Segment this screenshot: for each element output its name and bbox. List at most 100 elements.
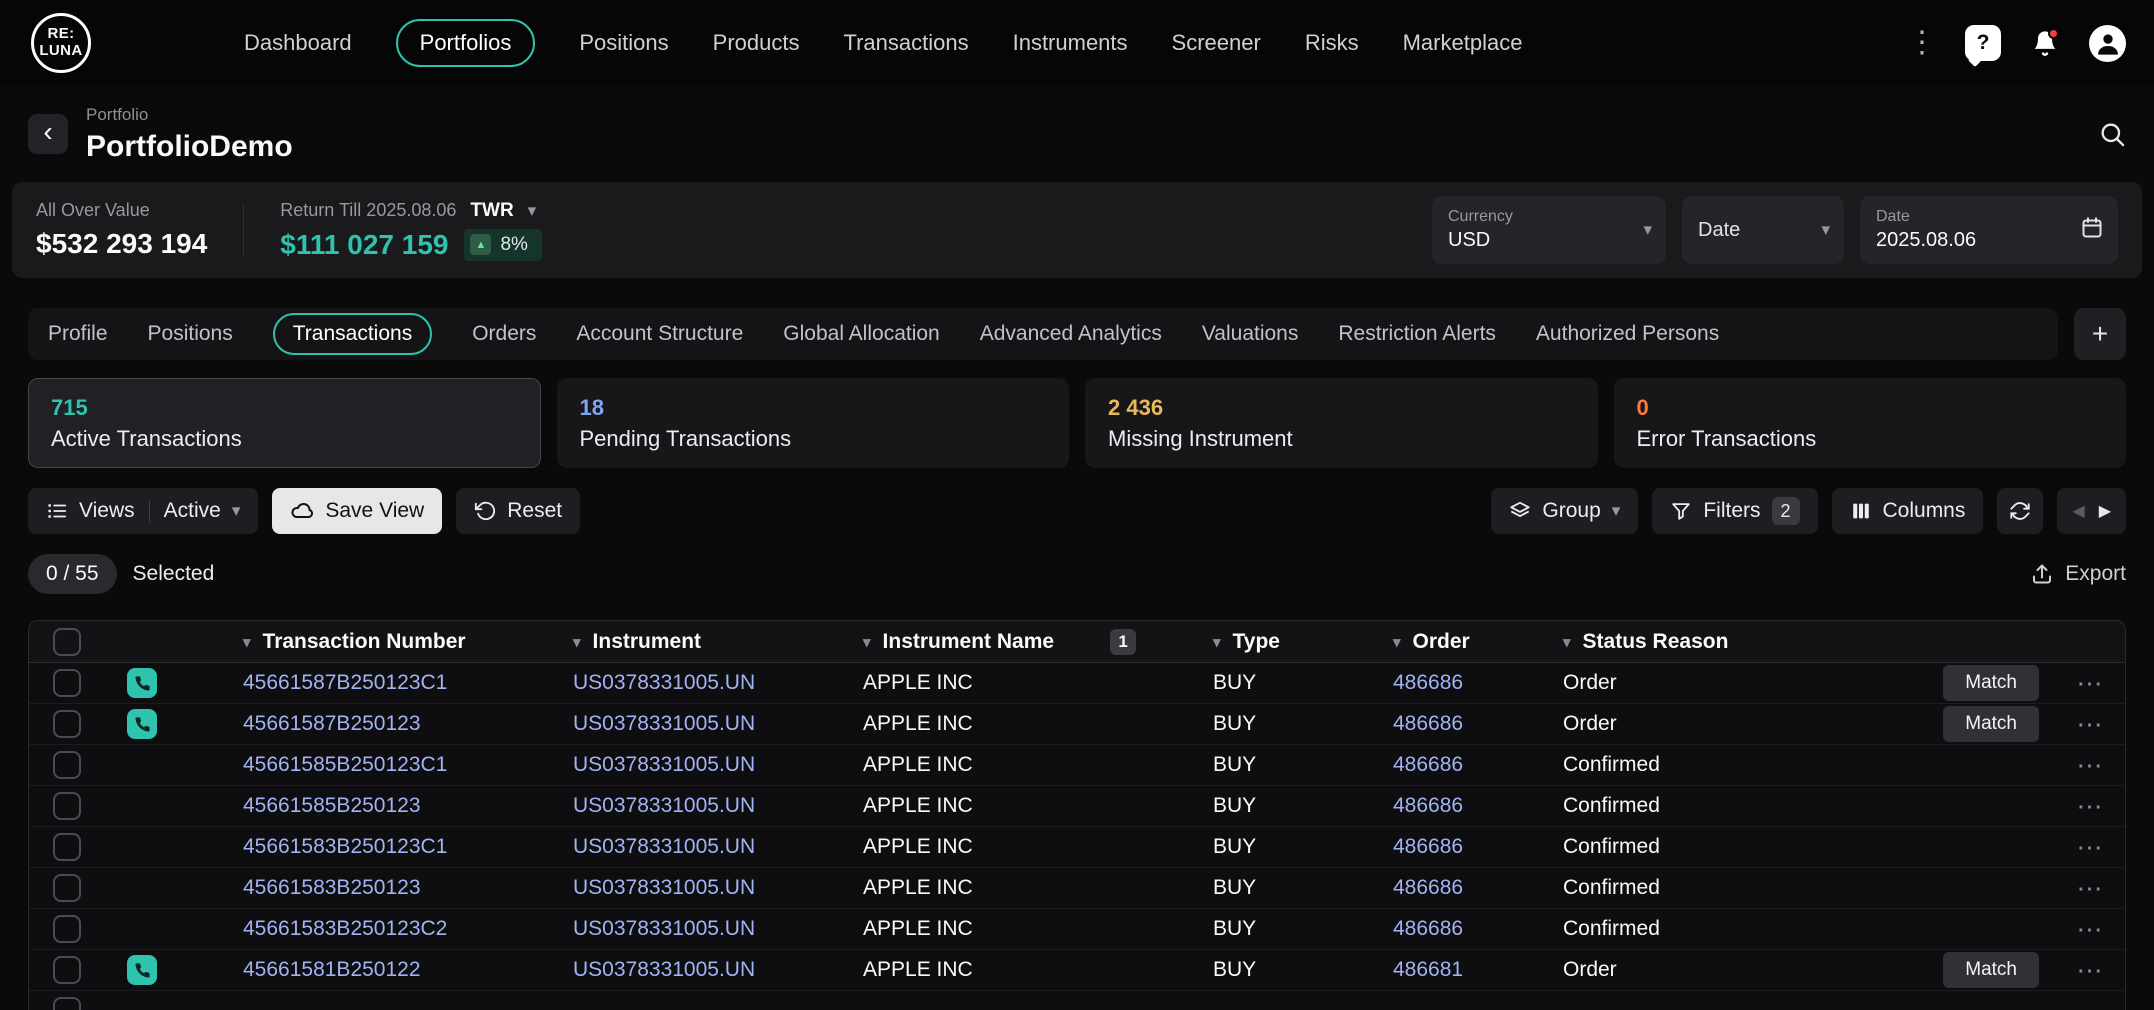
- transaction-number-link[interactable]: 45661587B250123C1: [243, 671, 573, 695]
- group-button[interactable]: Group ▾: [1491, 488, 1638, 534]
- transaction-number-link[interactable]: 45661585B250123: [243, 794, 573, 818]
- return-mode[interactable]: TWR: [470, 200, 513, 222]
- transaction-number-link[interactable]: 45661587B250123: [243, 712, 573, 736]
- row-checkbox[interactable]: [53, 874, 81, 902]
- row-menu-icon[interactable]: ⋯: [2077, 955, 2104, 985]
- order-link[interactable]: 486686: [1393, 835, 1563, 859]
- save-view-button[interactable]: Save View: [272, 488, 442, 534]
- instrument-link[interactable]: US0378331005.UN: [573, 753, 863, 777]
- nav-item[interactable]: Transactions: [843, 21, 968, 65]
- row-checkbox[interactable]: [53, 997, 81, 1010]
- order-link[interactable]: 486686: [1393, 794, 1563, 818]
- row-checkbox[interactable]: [53, 669, 81, 697]
- col-header-instrument[interactable]: ▾ Instrument: [573, 630, 863, 654]
- more-menu-button[interactable]: ⋮: [1907, 28, 1937, 58]
- instrument-link[interactable]: US0378331005.UN: [573, 917, 863, 941]
- transaction-number-link[interactable]: 45661583B250123: [243, 876, 573, 900]
- summary-card[interactable]: 0 Error Transactions: [1614, 378, 2127, 468]
- row-menu-icon[interactable]: ⋯: [2077, 873, 2104, 903]
- tab[interactable]: Transactions: [273, 313, 432, 355]
- instrument-link[interactable]: US0378331005.UN: [573, 835, 863, 859]
- caret-down-icon[interactable]: ▾: [1393, 633, 1401, 651]
- match-button[interactable]: Match: [1943, 665, 2039, 701]
- tab[interactable]: Advanced Analytics: [980, 322, 1162, 346]
- nav-item[interactable]: Portfolios: [396, 19, 536, 67]
- row-menu-icon[interactable]: ⋯: [2077, 709, 2104, 739]
- date-mode-select[interactable]: Date ▾: [1682, 196, 1844, 264]
- row-checkbox[interactable]: [53, 751, 81, 779]
- notifications-button[interactable]: [2029, 27, 2061, 59]
- pagination-buttons[interactable]: ◀ ▶: [2057, 488, 2126, 534]
- tab[interactable]: Positions: [148, 322, 233, 346]
- tab[interactable]: Profile: [48, 322, 108, 346]
- transaction-number-link[interactable]: 45661583B250123C1: [243, 835, 573, 859]
- user-avatar[interactable]: [2089, 25, 2126, 62]
- order-link[interactable]: 486686: [1393, 671, 1563, 695]
- nav-item[interactable]: Risks: [1305, 21, 1359, 65]
- row-checkbox[interactable]: [53, 792, 81, 820]
- nav-item[interactable]: Products: [713, 21, 800, 65]
- match-button[interactable]: Match: [1943, 952, 2039, 988]
- brand-logo[interactable]: RE: LUNA: [28, 10, 94, 76]
- tab[interactable]: Orders: [472, 322, 536, 346]
- nav-item[interactable]: Positions: [579, 21, 668, 65]
- refresh-button[interactable]: [1997, 488, 2043, 534]
- export-button[interactable]: Export: [2030, 562, 2126, 586]
- transaction-number-link[interactable]: 45661583B250123C2: [243, 917, 573, 941]
- caret-down-icon[interactable]: ▾: [1563, 633, 1571, 651]
- order-link[interactable]: 486686: [1393, 753, 1563, 777]
- col-header-type[interactable]: ▾ Type: [1213, 630, 1393, 654]
- caret-down-icon[interactable]: ▾: [243, 633, 251, 651]
- order-link[interactable]: 486686: [1393, 712, 1563, 736]
- help-button[interactable]: ?: [1965, 25, 2001, 61]
- order-link[interactable]: 486686: [1393, 876, 1563, 900]
- transaction-number-link[interactable]: 45661585B250123C1: [243, 753, 573, 777]
- search-button[interactable]: [2098, 120, 2126, 148]
- match-button[interactable]: Match: [1943, 706, 2039, 742]
- instrument-link[interactable]: US0378331005.UN: [573, 794, 863, 818]
- summary-card[interactable]: 18 Pending Transactions: [557, 378, 1070, 468]
- instrument-link[interactable]: US0378331005.UN: [573, 671, 863, 695]
- col-header-instrument-name[interactable]: ▾ Instrument Name 1: [863, 629, 1213, 655]
- row-checkbox[interactable]: [53, 710, 81, 738]
- row-checkbox[interactable]: [53, 833, 81, 861]
- tab[interactable]: Global Allocation: [783, 322, 939, 346]
- tab[interactable]: Authorized Persons: [1536, 322, 1719, 346]
- filters-button[interactable]: Filters 2: [1652, 488, 1817, 534]
- reset-button[interactable]: Reset: [456, 488, 580, 534]
- row-menu-icon[interactable]: ⋯: [2077, 832, 2104, 862]
- row-menu-icon[interactable]: ⋯: [2077, 791, 2104, 821]
- date-picker[interactable]: Date 2025.08.06: [1860, 196, 2118, 264]
- transaction-number-link[interactable]: 45661581B250122: [243, 958, 573, 982]
- nav-item[interactable]: Dashboard: [244, 21, 352, 65]
- add-tab-button[interactable]: +: [2074, 308, 2126, 360]
- instrument-link[interactable]: US0378331005.UN: [573, 958, 863, 982]
- row-menu-icon[interactable]: ⋯: [2077, 914, 2104, 944]
- page-prev-icon[interactable]: ◀: [2072, 501, 2084, 521]
- back-button[interactable]: ‹: [28, 114, 68, 154]
- page-next-icon[interactable]: ▶: [2099, 501, 2111, 521]
- col-header-status-reason[interactable]: ▾ Status Reason: [1563, 630, 2055, 654]
- row-checkbox[interactable]: [53, 956, 81, 984]
- caret-down-icon[interactable]: ▾: [573, 633, 581, 651]
- col-header-transaction-number[interactable]: ▾ Transaction Number: [243, 630, 573, 654]
- nav-item[interactable]: Marketplace: [1403, 21, 1523, 65]
- tab[interactable]: Account Structure: [576, 322, 743, 346]
- row-checkbox[interactable]: [53, 915, 81, 943]
- views-button[interactable]: Views Active ▾: [28, 488, 258, 534]
- order-link[interactable]: 486681: [1393, 958, 1563, 982]
- currency-select[interactable]: Currency USD ▾: [1432, 196, 1666, 264]
- summary-card[interactable]: 715 Active Transactions: [28, 378, 541, 468]
- caret-down-icon[interactable]: ▾: [528, 201, 537, 221]
- row-menu-icon[interactable]: ⋯: [2077, 750, 2104, 780]
- tab[interactable]: Restriction Alerts: [1338, 322, 1496, 346]
- caret-down-icon[interactable]: ▾: [863, 633, 871, 651]
- select-all-checkbox[interactable]: [53, 628, 81, 656]
- nav-item[interactable]: Instruments: [1013, 21, 1128, 65]
- nav-item[interactable]: Screener: [1172, 21, 1261, 65]
- row-menu-icon[interactable]: ⋯: [2077, 668, 2104, 698]
- columns-button[interactable]: Columns: [1832, 488, 1984, 534]
- instrument-link[interactable]: US0378331005.UN: [573, 712, 863, 736]
- summary-card[interactable]: 2 436 Missing Instrument: [1085, 378, 1598, 468]
- col-header-order[interactable]: ▾ Order: [1393, 630, 1563, 654]
